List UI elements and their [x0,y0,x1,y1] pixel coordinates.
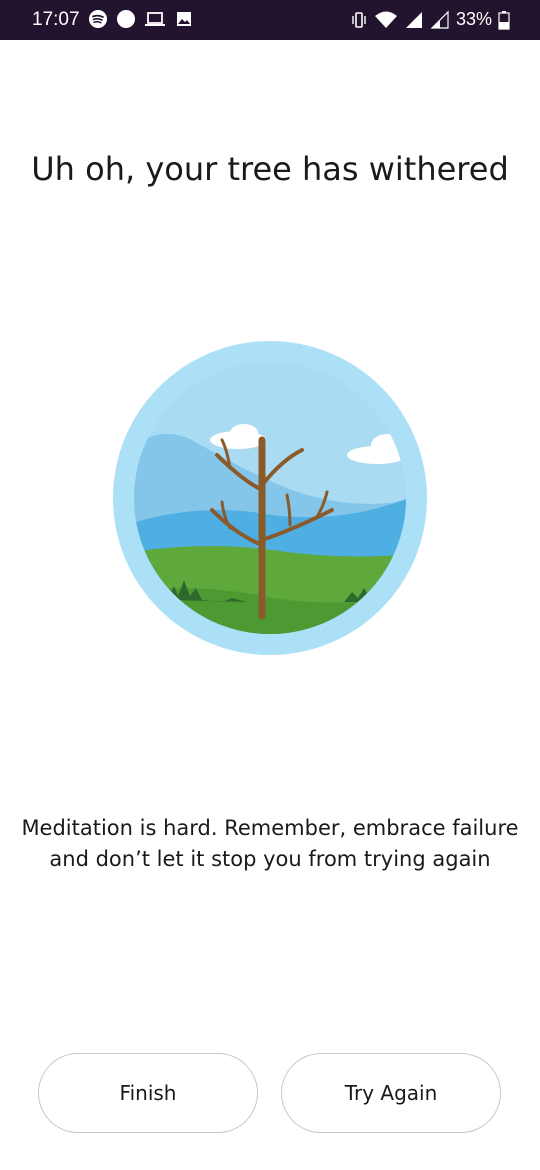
page-title: Uh oh, your tree has withered [31,150,509,188]
try-again-button[interactable]: Try Again [281,1053,501,1133]
status-bar: 17:07 33% [0,0,540,40]
circle-notification-icon [117,10,135,28]
signal-weak-icon [430,10,449,29]
status-time: 17:07 [32,9,80,30]
wifi-icon [374,11,397,28]
finish-button[interactable]: Finish [38,1053,258,1133]
battery-percent: 33% [455,9,492,29]
laptop-icon [145,12,165,26]
spotify-icon [89,10,107,28]
vibrate-icon [352,11,366,28]
battery-icon [498,10,510,30]
status-left-icons [88,9,194,29]
status-right: 33% [350,9,510,30]
withered-tree-illustration [112,340,428,656]
encouragement-message: Meditation is hard. Remember, embrace fa… [21,816,519,871]
withered-tree-icon [113,341,427,655]
image-icon [177,12,191,26]
signal-icon [405,11,422,28]
